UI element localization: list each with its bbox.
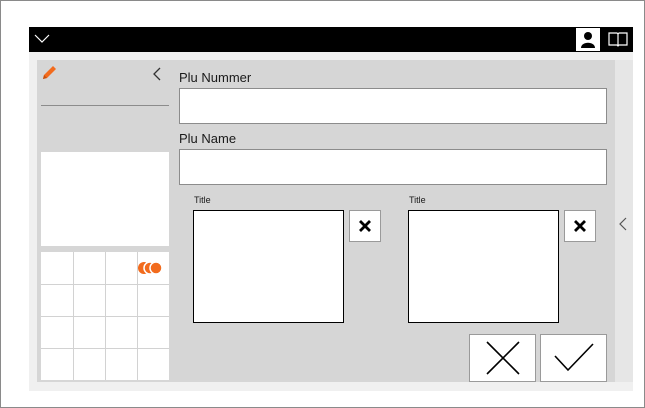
pencil-icon[interactable] (40, 65, 58, 86)
title-bar (29, 27, 633, 52)
image2-title: Title (409, 195, 426, 205)
plu-name-field[interactable] (179, 149, 607, 185)
remove-image2-button[interactable] (564, 210, 596, 242)
image1-box[interactable] (193, 210, 344, 323)
grid-line (41, 348, 169, 349)
chevron-down-icon[interactable] (33, 31, 51, 50)
user-icon[interactable] (576, 28, 600, 51)
grid-line (41, 316, 169, 317)
plu-name-label: Plu Name (179, 131, 237, 146)
cancel-button[interactable] (469, 334, 536, 382)
close-icon (359, 220, 371, 232)
window-frame: Plu Nummer Plu Name Title Title (0, 0, 645, 408)
checkmark-icon (553, 343, 594, 372)
chevron-left-icon[interactable] (618, 216, 628, 237)
editor-area: Plu Nummer Plu Name Title Title (29, 52, 633, 391)
plu-number-label: Plu Nummer (179, 70, 252, 85)
image2-box[interactable] (408, 210, 559, 323)
close-icon (574, 220, 586, 232)
book-icon[interactable] (607, 30, 629, 53)
color-dots-icon[interactable] (137, 261, 163, 280)
plu-editor-panel: Plu Nummer Plu Name Title Title (37, 60, 615, 382)
cancel-icon (485, 341, 520, 375)
preview-area (41, 152, 169, 246)
right-sidebar[interactable] (615, 60, 633, 382)
layout-grid[interactable] (41, 252, 169, 380)
plu-number-field[interactable] (179, 88, 607, 124)
image1-title: Title (194, 195, 211, 205)
remove-image1-button[interactable] (349, 210, 381, 242)
grid-line (41, 284, 169, 285)
divider (41, 105, 169, 106)
confirm-button[interactable] (540, 334, 607, 382)
chevron-left-icon[interactable] (151, 66, 163, 87)
